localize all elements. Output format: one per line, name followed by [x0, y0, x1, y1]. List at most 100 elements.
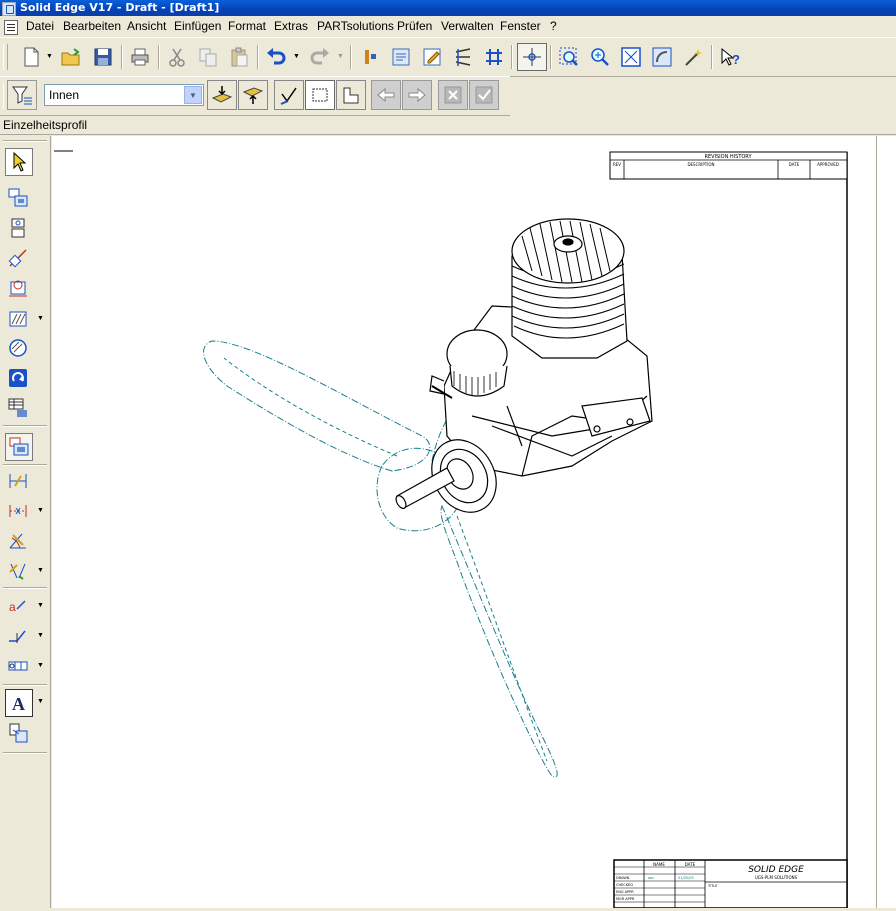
coordinate-dropdown-arrow[interactable]: ▼: [37, 566, 44, 576]
menu-bearbeiten[interactable]: Bearbeiten: [63, 19, 121, 33]
toolbar-separator: [511, 45, 513, 69]
principal-view-icon[interactable]: [5, 215, 31, 241]
distance-dropdown-arrow[interactable]: ▼: [37, 506, 44, 516]
menu-ansicht[interactable]: Ansicht: [127, 19, 166, 33]
detail-view-icon[interactable]: [5, 275, 31, 301]
paste-icon[interactable]: [226, 44, 252, 70]
distance-between-icon[interactable]: [5, 498, 31, 524]
select-down-button[interactable]: [207, 80, 237, 110]
chevron-down-icon[interactable]: ▼: [184, 86, 202, 104]
select-up-button[interactable]: [238, 80, 268, 110]
new-document-icon[interactable]: [18, 44, 44, 70]
revision-col-rev: REV: [613, 162, 621, 167]
section-view-icon[interactable]: [5, 306, 31, 332]
new-dropdown-arrow[interactable]: ▼: [46, 52, 53, 62]
menu-help[interactable]: ?: [550, 19, 557, 33]
lines-icon[interactable]: [450, 44, 476, 70]
callout-dropdown-arrow[interactable]: ▼: [37, 601, 44, 611]
text-icon[interactable]: A: [5, 689, 33, 717]
title-label: TITLE: [707, 884, 717, 888]
open-folder-icon[interactable]: [58, 44, 84, 70]
title-drawn-date: 01/05/05: [678, 876, 694, 880]
redo-dropdown-arrow[interactable]: ▼: [337, 52, 344, 62]
help-pointer-icon[interactable]: ?: [717, 44, 743, 70]
copy-icon[interactable]: [195, 44, 221, 70]
toolbar-separator: [711, 45, 713, 69]
menu-einfuegen[interactable]: Einfügen: [174, 19, 221, 33]
redo-icon[interactable]: [307, 44, 333, 70]
revision-col-date: DATE: [789, 162, 800, 167]
filter-select-value: Innen: [49, 88, 80, 102]
fit-icon[interactable]: [618, 44, 644, 70]
title-row-checked: CHECKED: [616, 883, 633, 887]
title-row-drawn: DRAWN: [616, 876, 630, 880]
section-dropdown-arrow[interactable]: ▼: [37, 314, 44, 324]
menu-datei[interactable]: Datei: [26, 19, 54, 33]
revision-col-description: DESCRIPTION: [687, 162, 714, 167]
back-arrow-icon[interactable]: [371, 80, 401, 110]
leader-icon[interactable]: [5, 623, 31, 649]
menu-format[interactable]: Format: [228, 19, 266, 33]
magic-wand-icon[interactable]: [680, 44, 706, 70]
rectangle-select-icon[interactable]: [305, 80, 335, 110]
accept-icon[interactable]: [469, 80, 499, 110]
drawing-canvas[interactable]: REVISION HISTORY REV DESCRIPTION DATE AP…: [52, 136, 876, 909]
drawing-view-icon[interactable]: [5, 185, 31, 211]
grid-icon[interactable]: [481, 44, 507, 70]
undo-dropdown-arrow[interactable]: ▼: [293, 52, 300, 62]
step-select-icon[interactable]: [336, 80, 366, 110]
toolbar-separator: [350, 45, 352, 69]
print-icon[interactable]: [127, 44, 153, 70]
company-subtitle: UGS-PLM SOLUTIONS: [755, 875, 798, 880]
filter-select[interactable]: Innen ▼: [44, 84, 204, 106]
revision-block: REVISION HISTORY REV DESCRIPTION DATE AP…: [609, 151, 848, 180]
leader-dropdown-arrow[interactable]: ▼: [37, 631, 44, 641]
library-icon[interactable]: [388, 44, 414, 70]
forward-arrow-icon[interactable]: [402, 80, 432, 110]
text-dropdown-arrow[interactable]: ▼: [37, 697, 44, 707]
filter-icon[interactable]: [7, 80, 37, 110]
menu-fenster[interactable]: Fenster: [500, 19, 541, 33]
fcf-dropdown-arrow[interactable]: ▼: [37, 661, 44, 671]
cancel-icon[interactable]: [438, 80, 468, 110]
menu-pruefen[interactable]: Prüfen: [397, 19, 432, 33]
menu-partsolutions[interactable]: PARTsolutions: [317, 19, 394, 33]
select-arrow-icon[interactable]: [5, 148, 33, 176]
revision-col-approved: APPROVED: [817, 162, 839, 167]
svg-text:?: ?: [732, 52, 740, 67]
save-icon[interactable]: [90, 44, 116, 70]
main-toolbar: ▼ ▼ ▼ ?: [0, 37, 896, 77]
undo-icon[interactable]: [263, 44, 289, 70]
toolbar-separator: [3, 425, 47, 427]
zoom-icon[interactable]: [587, 44, 613, 70]
toolbar-grip[interactable]: [3, 44, 8, 70]
parts-list-icon[interactable]: [5, 395, 31, 421]
svg-text:A: A: [12, 694, 25, 714]
broken-view-icon[interactable]: [5, 335, 31, 361]
pan-icon[interactable]: [649, 44, 675, 70]
feature-control-frame-icon[interactable]: [5, 653, 31, 679]
cut-icon[interactable]: [164, 44, 190, 70]
smart-dimension-icon[interactable]: [5, 468, 31, 494]
solid-edge-app-icon[interactable]: [2, 2, 16, 16]
coordinate-dimension-icon[interactable]: [5, 558, 31, 584]
crosshair-icon[interactable]: [517, 43, 547, 71]
auxiliary-view-icon[interactable]: [5, 245, 31, 271]
menu-verwalten[interactable]: Verwalten: [441, 19, 494, 33]
copy-view-icon[interactable]: [5, 720, 31, 746]
tools-icon[interactable]: [357, 44, 383, 70]
toolbar-separator: [3, 752, 47, 754]
title-block: NAME DATE DRAWN CHECKED ENG APPR MGR APP…: [613, 859, 848, 909]
right-panel-edge: [876, 136, 896, 908]
menu-extras[interactable]: Extras: [274, 19, 308, 33]
draft-view-icon[interactable]: [5, 433, 33, 461]
rotate-view-icon[interactable]: [5, 365, 31, 391]
callout-icon[interactable]: a: [5, 593, 31, 619]
edit-icon[interactable]: [419, 44, 445, 70]
toolbar-separator: [3, 464, 47, 466]
engine-model: [395, 218, 653, 513]
check-select-icon[interactable]: [274, 80, 304, 110]
zoom-area-icon[interactable]: [556, 44, 582, 70]
document-icon[interactable]: [4, 20, 18, 35]
angle-dimension-icon[interactable]: [5, 528, 31, 554]
